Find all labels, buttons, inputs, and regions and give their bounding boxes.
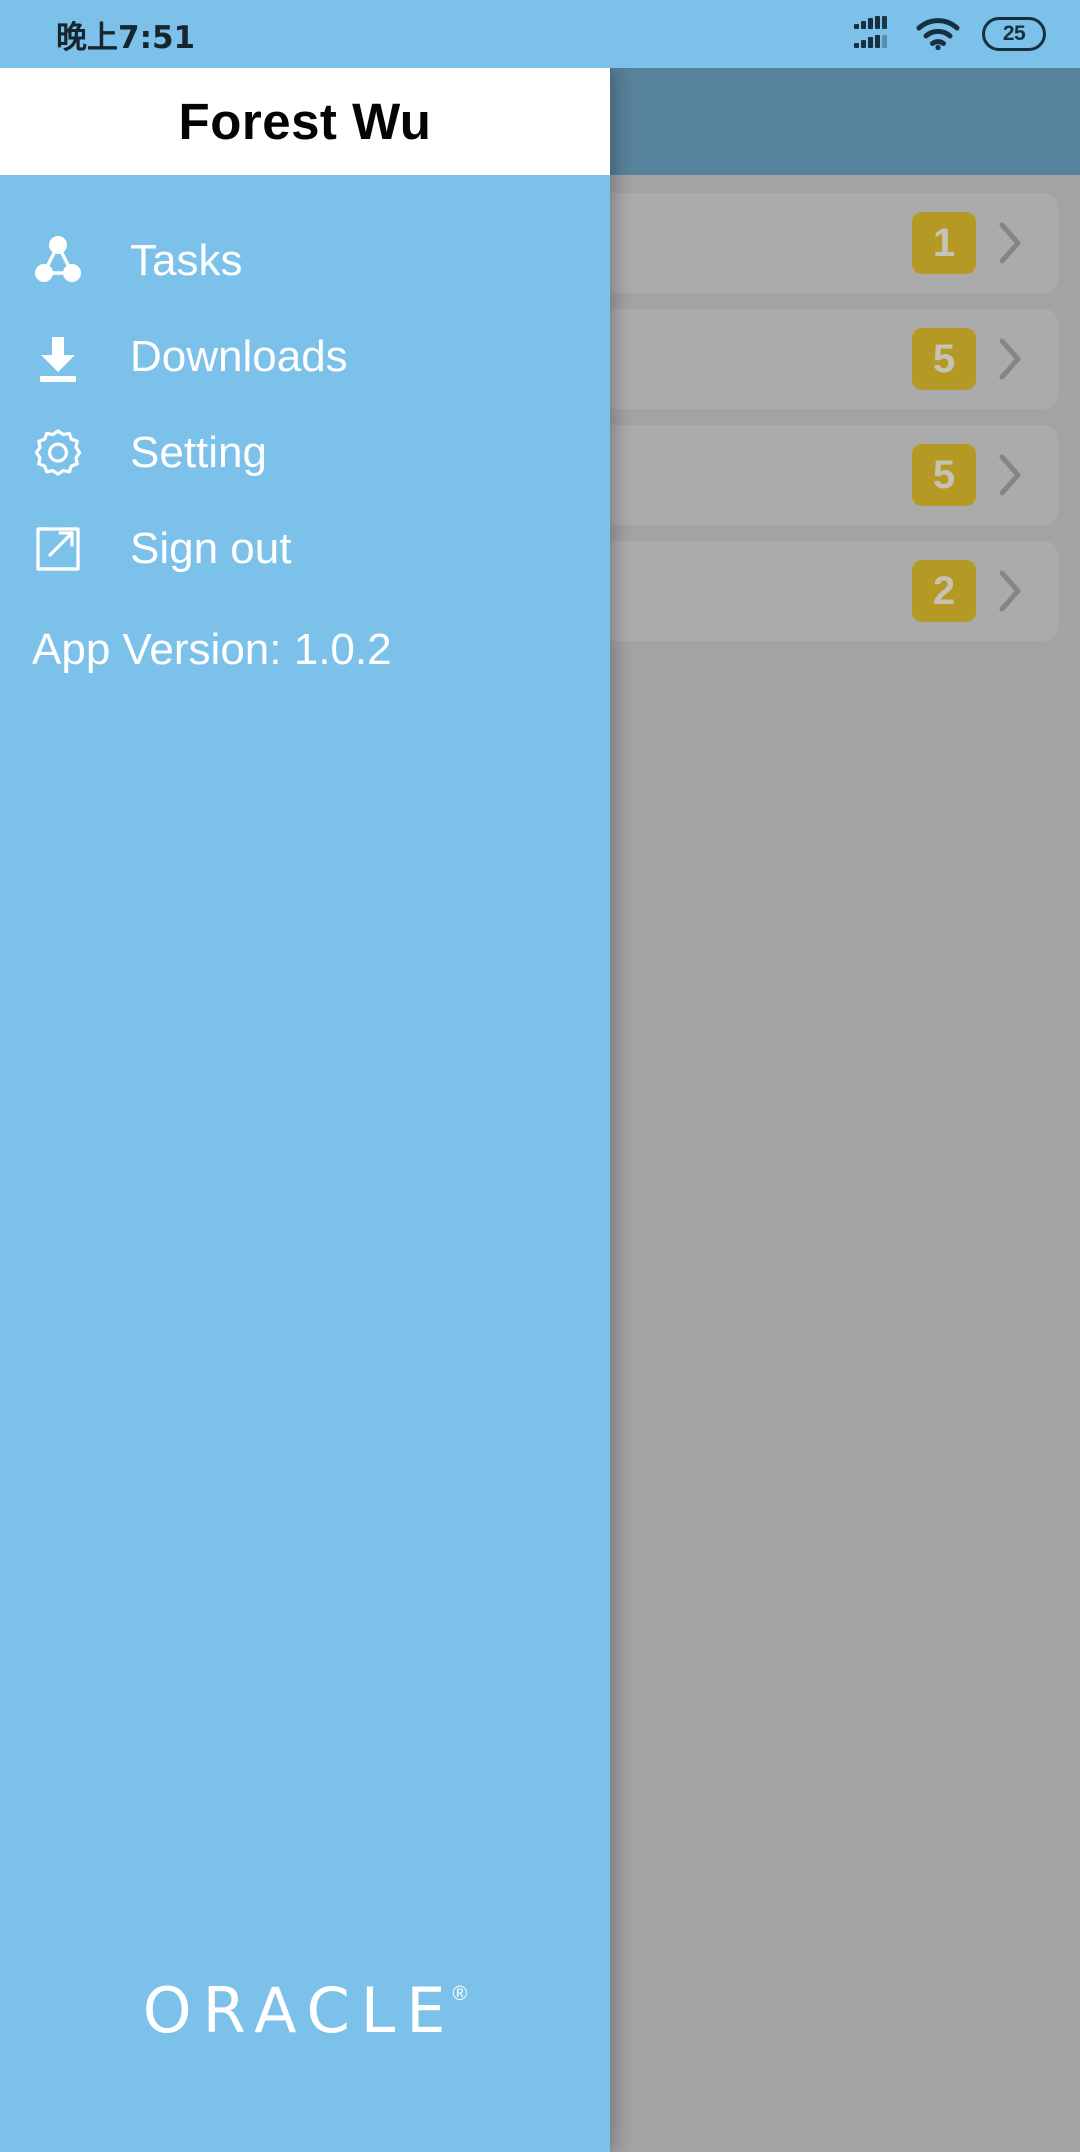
battery-icon: 25 [982,17,1046,51]
status-bar: 晚上7:51 25 [0,0,1080,68]
sidebar-item-sign-out[interactable]: Sign out [0,501,610,597]
gear-icon [30,425,86,481]
sidebar-item-tasks[interactable]: Tasks [0,213,610,309]
cellular-signal-icon [854,16,894,52]
oracle-logo: ORACLE ® [0,1980,610,2042]
share-nodes-icon [30,233,86,289]
sidebar-item-label: Sign out [130,524,292,573]
wifi-icon [916,17,960,51]
registered-trademark-symbol: ® [452,1983,468,2005]
status-bar-icons: 25 [854,16,1046,52]
page-title: Forest Wu [178,93,432,150]
open-in-new-icon [30,521,86,577]
sidebar-item-label: Setting [130,428,267,477]
sidebar-item-setting[interactable]: Setting [0,405,610,501]
app-version-label: App Version: 1.0.2 [32,625,392,674]
sidebar-item-downloads[interactable]: Downloads [0,309,610,405]
navigation-drawer[interactable]: Forest Wu Tasks Downloads Setting Sign o… [0,68,610,2152]
status-bar-clock: 晚上7:51 [56,19,196,56]
drawer-body: Tasks Downloads Setting Sign out App Ver… [0,175,610,2152]
download-icon [30,329,86,385]
sidebar-item-label: Downloads [130,332,348,381]
battery-level-label: 25 [1002,22,1026,45]
battery-pill: 25 [982,17,1046,51]
oracle-wordmark: ORACLE [142,1974,457,2047]
sidebar-item-label: Tasks [130,236,243,285]
drawer-header: Forest Wu [0,68,610,175]
